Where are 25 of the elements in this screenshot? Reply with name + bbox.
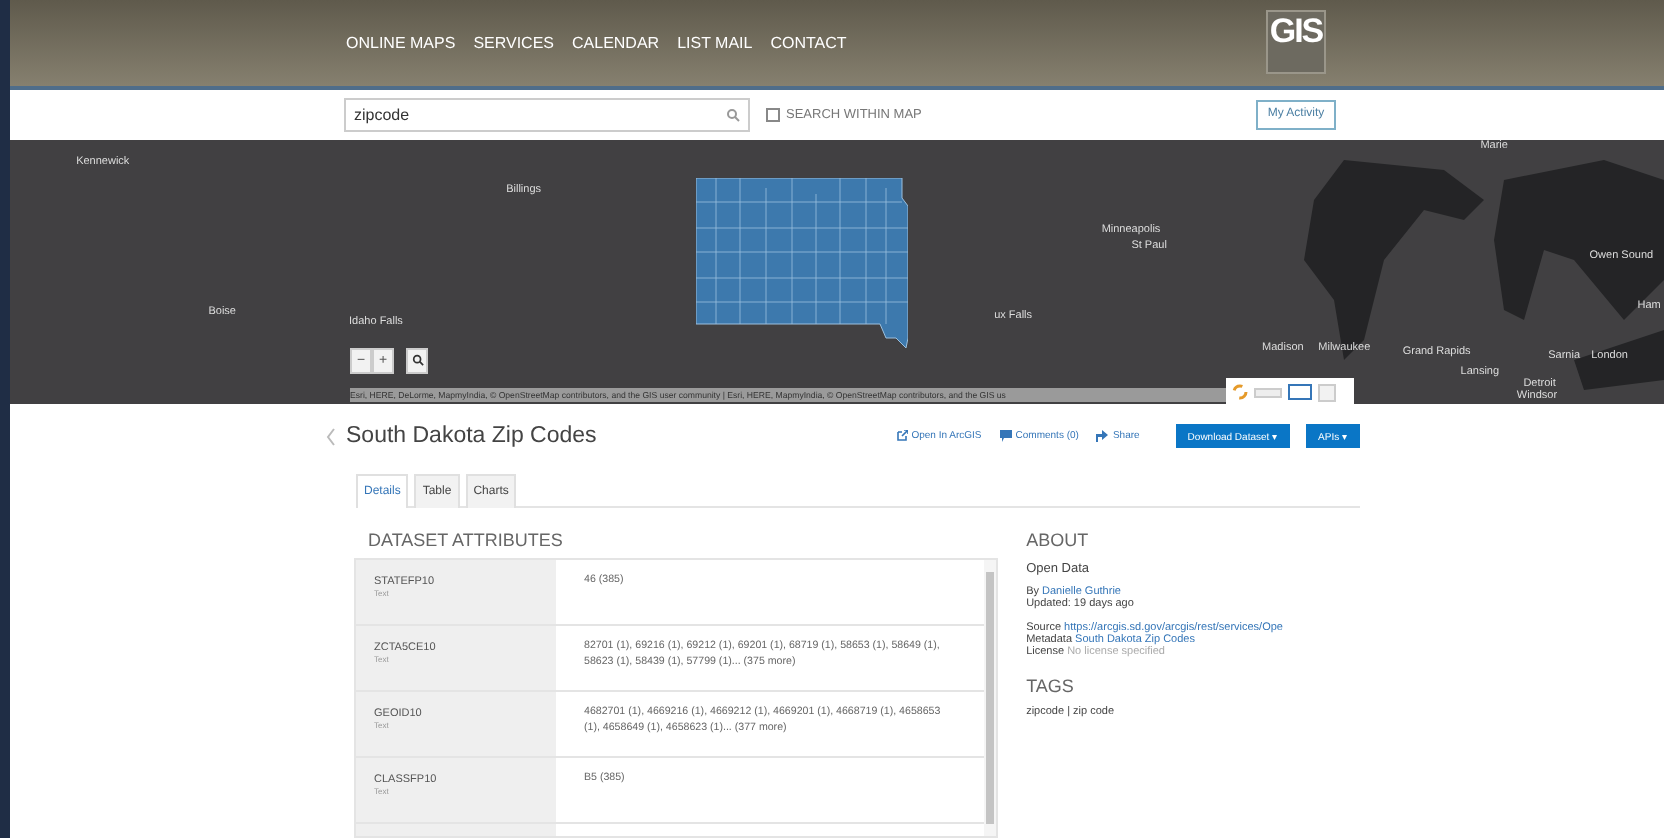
share-icon	[1096, 430, 1109, 443]
square-icon	[1318, 383, 1336, 402]
logo[interactable]: GIS	[1266, 10, 1326, 75]
checkbox[interactable]	[766, 107, 780, 122]
comment-icon	[999, 430, 1012, 443]
nav-link[interactable]: ONLINE MAPS	[346, 33, 456, 52]
nav-link[interactable]: SERVICES	[473, 33, 554, 52]
external-link-icon	[895, 430, 908, 443]
scrollbar[interactable]	[984, 560, 997, 837]
section-heading: ABOUT	[1026, 530, 1091, 551]
nav-link[interactable]: LIST MAIL	[677, 33, 753, 52]
nav-link[interactable]: CONTACT	[770, 33, 847, 52]
slider-icon	[1254, 387, 1282, 398]
search-icon	[726, 107, 740, 122]
search-button[interactable]	[406, 348, 428, 375]
rectangle-icon	[1288, 384, 1312, 401]
dataset-title: South Dakota Zip Codes	[346, 424, 599, 449]
search-icon	[411, 353, 423, 366]
section-heading: DATASET ATTRIBUTES	[368, 530, 565, 551]
map[interactable]	[10, 140, 1664, 405]
nav-link[interactable]: CALENDAR	[572, 33, 660, 52]
search-field[interactable]: zipcode	[344, 97, 750, 132]
map-widget[interactable]	[1226, 378, 1354, 405]
color-wheel-icon	[1232, 384, 1248, 401]
section-heading: TAGS	[1026, 676, 1076, 697]
